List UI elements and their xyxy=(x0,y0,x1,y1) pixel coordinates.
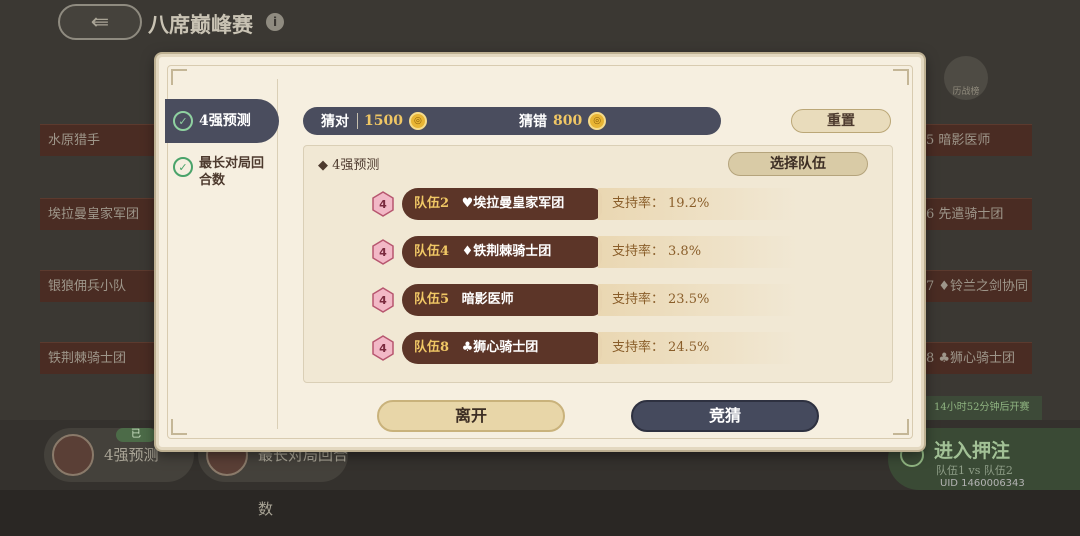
prediction-dialog: ✓ 4强预测 ✓ 最长对局回合数 猜对 1500 ◎ 猜错 800 ◎ 重置 ◆… xyxy=(156,54,924,450)
corner-ornament xyxy=(893,69,909,85)
bottom-tab-label: 4强预测 xyxy=(104,446,159,464)
team-name: ♥埃拉曼皇家军团 xyxy=(461,196,565,211)
match-label: 队伍1 vs 队伍2 xyxy=(936,464,1013,477)
bracket-slot-left-2: 埃拉曼皇家军团 xyxy=(40,198,170,230)
completed-badge: 已 xyxy=(116,428,156,442)
top4-medal-icon: 4 xyxy=(372,335,394,361)
bracket-slot-right-2: 6 先遣骑士团 xyxy=(918,198,1032,230)
support-rate-value: 24.5% xyxy=(668,340,710,355)
support-rate: 支持率： 3.8% xyxy=(598,236,798,268)
team-id: 队伍2 xyxy=(414,196,450,211)
bracket-slot-right-4: 8 ♣狮心骑士团 xyxy=(918,342,1032,374)
support-rate-label: 支持率： xyxy=(612,244,665,259)
sidebar-tab-label: 4强预测 xyxy=(199,112,251,129)
panel-title: ◆ 4强预测 xyxy=(318,158,380,173)
team-row[interactable]: 4 队伍5 暗影医师 支持率： 23.5% xyxy=(372,284,872,316)
support-rate: 支持率： 23.5% xyxy=(598,284,798,316)
team-plate: 队伍2 ♥埃拉曼皇家军团 xyxy=(402,188,602,220)
medal-icon xyxy=(52,434,94,476)
team-row[interactable]: 4 队伍8 ♣狮心骑士团 支持率： 24.5% xyxy=(372,332,872,364)
team-name: ♣狮心骑士团 xyxy=(461,340,539,355)
page-title: 八席巅峰赛 xyxy=(148,12,253,37)
support-rate: 支持率： 19.2% xyxy=(598,188,798,220)
check-icon: ✓ xyxy=(173,111,193,131)
top-bar: ⇚ 八席巅峰赛 i xyxy=(0,0,1080,46)
coin-icon: ◎ xyxy=(588,112,607,130)
sidebar-tab-label: 最长对局回合数 xyxy=(199,156,265,188)
select-team-button[interactable]: 选择队伍 xyxy=(728,152,868,176)
battle-ranking-icon[interactable]: 历战榜 xyxy=(944,56,988,100)
support-rate-value: 23.5% xyxy=(668,292,710,307)
leave-button[interactable]: 离开 xyxy=(377,400,565,432)
team-id: 队伍5 xyxy=(414,292,450,307)
coin-icon: ◎ xyxy=(408,112,427,130)
team-name: 暗影医师 xyxy=(461,292,514,307)
correct-label: 猜对 xyxy=(321,114,349,130)
uid-label: UID 1460006343 xyxy=(940,478,1025,489)
team-name: ♦铁荆棘骑士团 xyxy=(461,244,552,259)
support-rate-label: 支持率： xyxy=(612,340,665,355)
corner-ornament xyxy=(893,419,909,435)
medal-number: 4 xyxy=(379,246,387,259)
top4-medal-icon: 4 xyxy=(372,191,394,217)
sidebar-tab-top4[interactable]: ✓ 4强预测 xyxy=(165,99,279,143)
support-rate: 支持率： 24.5% xyxy=(598,332,798,364)
top4-medal-icon: 4 xyxy=(372,239,394,265)
support-rate-label: 支持率： xyxy=(612,292,665,307)
support-rate-label: 支持率： xyxy=(612,196,665,211)
team-plate: 队伍4 ♦铁荆棘骑士团 xyxy=(402,236,602,268)
bracket-slot-left-4: 铁荆棘骑士团 xyxy=(40,342,170,374)
back-arrow-icon: ⇚ xyxy=(90,9,110,35)
correct-value: 1500 xyxy=(364,113,403,129)
prediction-panel: ◆ 4强预测 选择队伍 4 队伍2 ♥埃拉曼皇家军团 支持率： 19.2% 4 队… xyxy=(303,145,893,383)
medal-number: 4 xyxy=(379,342,387,355)
team-plate: 队伍8 ♣狮心骑士团 xyxy=(402,332,602,364)
divider xyxy=(357,113,358,129)
score-banner: 猜对 1500 ◎ 猜错 800 ◎ xyxy=(303,107,721,135)
medal-number: 4 xyxy=(379,294,387,307)
team-row[interactable]: 4 队伍4 ♦铁荆棘骑士团 支持率： 3.8% xyxy=(372,236,872,268)
corner-ornament xyxy=(171,69,187,85)
wrong-value: 800 xyxy=(552,113,583,129)
support-rate-value: 19.2% xyxy=(668,196,710,211)
enter-bet-title: 进入押注 xyxy=(934,440,1011,462)
sidebar-tab-longest-match[interactable]: ✓ 最长对局回合数 xyxy=(165,155,279,189)
reset-button[interactable]: 重置 xyxy=(791,109,891,133)
corner-ornament xyxy=(171,419,187,435)
sidebar-divider xyxy=(277,79,278,429)
bracket-slot-left-3: 银狼佣兵小队 xyxy=(40,270,170,302)
info-icon[interactable]: i xyxy=(266,13,284,31)
support-rate-value: 3.8% xyxy=(668,244,702,259)
bracket-slot-right-3: 7 ♦铃兰之剑协同 xyxy=(918,270,1032,302)
back-button[interactable]: ⇚ xyxy=(58,4,142,40)
bracket-slot-right-1: 5 暗影医师 xyxy=(918,124,1032,156)
guess-button[interactable]: 竞猜 xyxy=(631,400,819,432)
team-id: 队伍8 xyxy=(414,340,450,355)
top4-medal-icon: 4 xyxy=(372,287,394,313)
team-row[interactable]: 4 队伍2 ♥埃拉曼皇家军团 支持率： 19.2% xyxy=(372,188,872,220)
medal-number: 4 xyxy=(379,198,387,211)
wrong-label: 猜错 xyxy=(518,114,547,130)
check-icon: ✓ xyxy=(173,157,193,177)
team-id: 队伍4 xyxy=(414,244,450,259)
team-plate: 队伍5 暗影医师 xyxy=(402,284,602,316)
countdown-text: 14小时52分钟后开赛 xyxy=(916,396,1042,420)
bracket-slot-left-1: 水原猎手 xyxy=(40,124,170,156)
